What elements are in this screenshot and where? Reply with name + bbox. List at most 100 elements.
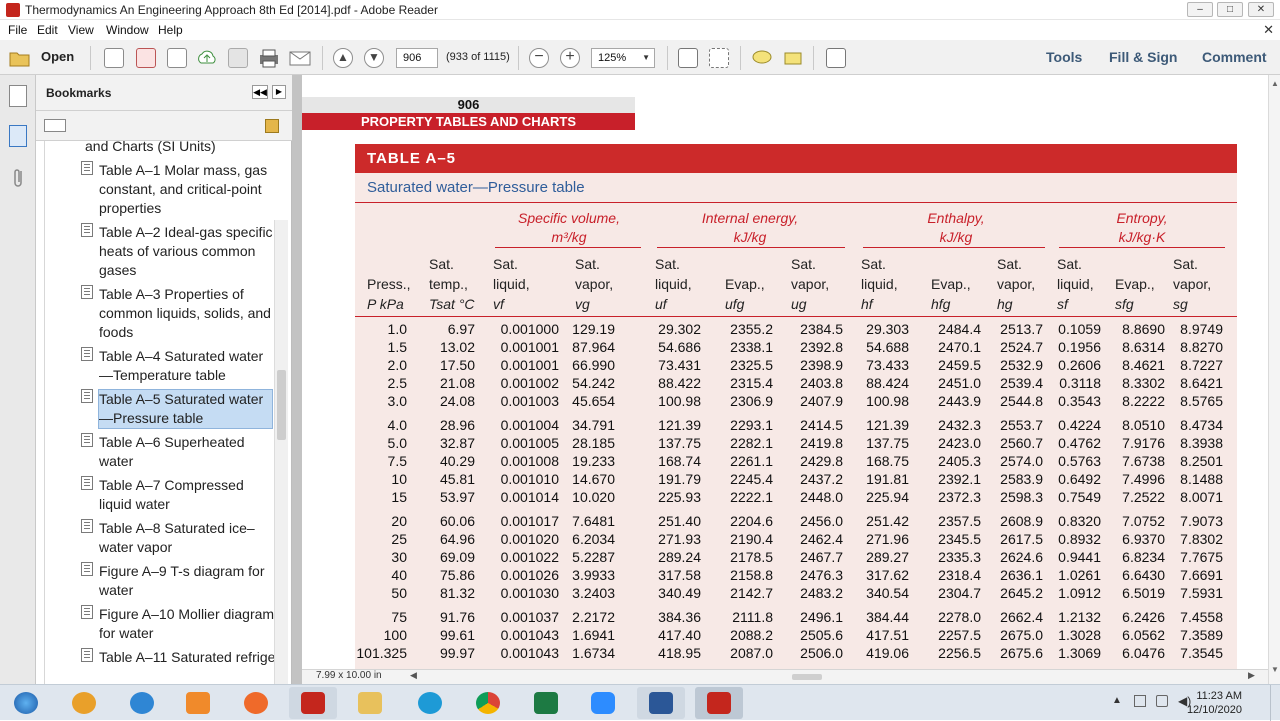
bookmark-item-table-a11[interactable]: Table A–11 Saturated refrigerant-134a—Te…	[45, 648, 277, 684]
chrome-alt-icon[interactable]	[60, 687, 108, 719]
table-cell: 53.97	[439, 489, 475, 505]
acrobat-icon[interactable]	[289, 687, 337, 719]
table-cell: 5.0	[387, 435, 407, 451]
menu-window[interactable]: Window	[106, 23, 149, 37]
sticky-note-icon[interactable]	[751, 48, 773, 68]
table-cell: 7.9073	[1180, 513, 1223, 529]
table-cell: 8.0510	[1122, 417, 1165, 433]
save-icon[interactable]	[228, 48, 248, 68]
bookmarks-scrollbar[interactable]	[274, 220, 288, 684]
table-cell: 1.5	[387, 339, 407, 355]
attachment-icon[interactable]	[10, 167, 26, 189]
open-folder-icon[interactable]	[8, 48, 32, 68]
fit-width-icon[interactable]	[709, 48, 729, 68]
highlight-icon[interactable]	[782, 48, 804, 68]
bookmark-item-table-a3[interactable]: Table A–3 Properties of common liquids, …	[45, 285, 275, 345]
next-page-icon[interactable]: ▼	[364, 48, 384, 68]
bookmarks-title: Bookmarks	[46, 86, 112, 100]
bookmarks-icon[interactable]	[9, 125, 27, 147]
table-cell: 289.24	[658, 549, 701, 565]
table-cell: 2257.5	[938, 627, 981, 643]
email-icon[interactable]	[289, 48, 311, 68]
chrome-icon[interactable]	[464, 687, 512, 719]
table-cell: 0.001043	[500, 645, 559, 661]
bookmarks-scroll-thumb[interactable]	[277, 370, 286, 440]
scroll-up-icon[interactable]: ▲	[1271, 79, 1279, 88]
table-cell: 0.6492	[1058, 471, 1101, 487]
table-cell: 7.6691	[1180, 567, 1223, 583]
previous-page-icon[interactable]: ▲	[333, 48, 353, 68]
options-menu-icon[interactable]	[44, 119, 66, 132]
media-player-icon[interactable]	[174, 687, 222, 719]
battery-icon[interactable]	[1156, 695, 1168, 707]
expand-panel-icon[interactable]: ▶	[272, 85, 286, 99]
bookmark-item-table-a1[interactable]: Table A–1 Molar mass, gas constant, and …	[45, 161, 275, 221]
group-enthalpy: Enthalpy, kJ/kg	[927, 210, 985, 245]
menu-edit[interactable]: Edit	[37, 23, 58, 37]
tools-button[interactable]: Tools	[1046, 49, 1082, 65]
panel-splitter[interactable]	[292, 75, 302, 684]
word-icon[interactable]	[637, 687, 685, 719]
excel-icon[interactable]	[522, 687, 570, 719]
adobe-reader-taskbar-icon[interactable]	[695, 687, 743, 719]
menu-help[interactable]: Help	[158, 23, 183, 37]
file-explorer-icon[interactable]	[346, 687, 394, 719]
zoom-in-icon[interactable]: +	[560, 48, 580, 68]
zoom-icon[interactable]	[579, 687, 627, 719]
print-icon[interactable]	[258, 48, 280, 68]
edit-pdf-icon[interactable]	[167, 48, 187, 68]
bookmark-item-table-a7[interactable]: Table A–7 Compressed liquid water	[45, 476, 275, 516]
table-cell: 271.96	[866, 531, 909, 547]
menu-view[interactable]: View	[68, 23, 94, 37]
table-cell: 2560.7	[1000, 435, 1043, 451]
zoom-out-icon[interactable]: −	[529, 48, 549, 68]
column-header-line: vg	[575, 296, 590, 312]
edge-icon[interactable]	[406, 687, 454, 719]
menu-file[interactable]: File	[8, 23, 27, 37]
internet-explorer-icon[interactable]	[118, 687, 166, 719]
close-document-icon[interactable]: ✕	[1263, 22, 1274, 38]
start-button[interactable]	[2, 687, 50, 719]
network-icon[interactable]	[1134, 695, 1146, 707]
minimize-button[interactable]: –	[1187, 2, 1213, 17]
bookmark-item-table-a5[interactable]: Table A–5 Saturated water—Pressure table	[45, 389, 275, 429]
scroll-left-icon[interactable]: ◀	[410, 670, 417, 681]
bookmark-item-figure-a9[interactable]: Figure A–9 T-s diagram for water	[45, 562, 275, 602]
bookmark-item-table-a4[interactable]: Table A–4 Saturated water—Temperature ta…	[45, 347, 275, 387]
table-cell: 45.654	[572, 393, 615, 409]
document-scrollbar[interactable]: ▲ ▼	[1268, 75, 1280, 684]
open-button[interactable]: Open	[41, 49, 74, 69]
table-cell: 129.19	[572, 321, 615, 337]
collapse-panel-icon[interactable]: ◀◀	[252, 85, 268, 99]
comment-button[interactable]: Comment	[1202, 49, 1267, 65]
zoom-select[interactable]: 125% ▼	[591, 48, 655, 68]
create-pdf-icon[interactable]	[104, 48, 124, 68]
bookmark-item-figure-a10[interactable]: Figure A–10 Mollier diagram for water	[45, 605, 275, 645]
scroll-down-icon[interactable]: ▼	[1271, 665, 1279, 674]
taskbar: ▲ ◀) 11:23 AM 12/10/2020	[0, 684, 1280, 721]
fit-page-icon[interactable]	[678, 48, 698, 68]
combine-files-icon[interactable]	[136, 48, 156, 68]
page-number-input[interactable]	[396, 48, 438, 68]
show-desktop-button[interactable]	[1270, 685, 1280, 721]
table-cell: 2.2172	[572, 609, 615, 625]
table-cell: 2278.0	[938, 609, 981, 625]
bookmark-item-table-a8[interactable]: Table A–8 Saturated ice–water vapor	[45, 519, 275, 559]
fill-sign-button[interactable]: Fill & Sign	[1109, 49, 1177, 65]
tray-arrow-icon[interactable]: ▲	[1112, 695, 1122, 706]
maximize-button[interactable]: □	[1217, 2, 1243, 17]
bookmark-item-table-a6[interactable]: Table A–6 Superheated water	[45, 433, 275, 473]
bookmark-item-table-a2[interactable]: Table A–2 Ideal-gas specific heats of va…	[45, 223, 275, 283]
horizontal-scroll-thumb[interactable]	[792, 674, 822, 680]
cloud-upload-icon[interactable]	[196, 48, 218, 68]
new-bookmark-icon[interactable]	[265, 119, 279, 133]
page-thumbnails-icon[interactable]	[9, 85, 27, 107]
table-cell: 0.001001	[500, 357, 559, 373]
scroll-right-icon[interactable]: ▶	[1248, 670, 1255, 681]
clock[interactable]: 11:23 AM 12/10/2020	[1187, 689, 1242, 717]
column-header-line: Sat.	[791, 256, 816, 272]
close-button[interactable]: ✕	[1248, 2, 1274, 17]
firefox-icon[interactable]	[232, 687, 280, 719]
table-cell: 2088.2	[730, 627, 773, 643]
expand-icon[interactable]	[826, 48, 846, 68]
